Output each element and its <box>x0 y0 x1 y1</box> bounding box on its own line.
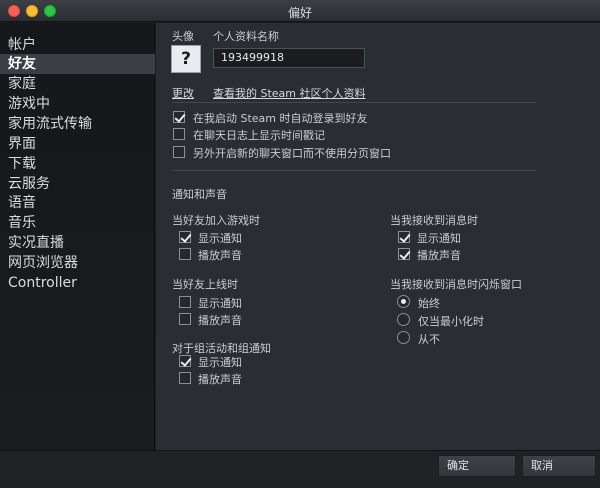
sidebar-item-downloads[interactable]: 下载 <box>0 154 155 174</box>
sidebar-item-family[interactable]: 家庭 <box>0 74 155 94</box>
window-title: 偏好 <box>287 6 312 20</box>
friend-online-sound-label: 播放声音 <box>198 314 242 327</box>
friend-online-sound-checkbox[interactable] <box>179 313 191 325</box>
avatar-label: 头像 <box>172 30 194 43</box>
group-events-show-checkbox[interactable] <box>179 355 191 367</box>
sidebar-item-voice[interactable]: 语音 <box>0 193 155 213</box>
divider <box>172 102 536 103</box>
sidebar-item-friends[interactable]: 好友 <box>0 54 155 74</box>
receive-message-sound-checkbox[interactable] <box>398 248 410 260</box>
avatar[interactable]: ? <box>171 45 201 73</box>
flash-window-label: 当我接收到消息时闪烁窗口 <box>390 278 522 291</box>
friend-joins-show-checkbox[interactable] <box>179 231 191 243</box>
friend-online-label: 当好友上线时 <box>172 278 238 291</box>
flash-never-label: 从不 <box>418 333 440 346</box>
group-events-sound-label: 播放声音 <box>198 373 242 386</box>
receive-message-show-label: 显示通知 <box>417 232 461 245</box>
auto-login-label: 在我启动 Steam 时自动登录到好友 <box>193 112 368 125</box>
view-community-profile-link[interactable]: 查看我的 Steam 社区个人资料 <box>213 85 366 101</box>
separate-windows-checkbox[interactable] <box>173 146 185 158</box>
sidebar-item-in-game[interactable]: 游戏中 <box>0 94 155 114</box>
sidebar-item-controller[interactable]: Controller <box>0 273 155 293</box>
sidebar: 帐户 好友 家庭 游戏中 家用流式传输 界面 下载 云服务 语音 音乐 实况直播… <box>0 23 155 450</box>
friend-joins-sound-label: 播放声音 <box>198 249 242 262</box>
change-avatar-link[interactable]: 更改 <box>172 85 194 101</box>
receive-message-show-checkbox[interactable] <box>398 231 410 243</box>
friend-joins-game-label: 当好友加入游戏时 <box>172 214 260 227</box>
flash-always-radio[interactable] <box>397 295 410 308</box>
separate-windows-label: 另外开启新的聊天窗口而不使用分页窗口 <box>193 147 391 160</box>
flash-minimized-radio[interactable] <box>397 313 410 326</box>
sidebar-item-account[interactable]: 帐户 <box>0 35 155 55</box>
profile-name-input[interactable]: 193499918 <box>213 48 365 68</box>
sidebar-item-music[interactable]: 音乐 <box>0 213 155 233</box>
friend-online-show-label: 显示通知 <box>198 297 242 310</box>
flash-minimized-label: 仅当最小化时 <box>418 315 484 328</box>
cancel-button[interactable]: 取消 <box>522 455 596 477</box>
sidebar-item-broadcasting[interactable]: 实况直播 <box>0 233 155 253</box>
group-events-sound-checkbox[interactable] <box>179 372 191 384</box>
sidebar-item-interface[interactable]: 界面 <box>0 134 155 154</box>
friend-joins-show-label: 显示通知 <box>198 232 242 245</box>
profile-name-label: 个人资料名称 <box>213 30 279 43</box>
friend-online-show-checkbox[interactable] <box>179 296 191 308</box>
sidebar-item-web-browser[interactable]: 网页浏览器 <box>0 253 155 273</box>
friend-joins-sound-checkbox[interactable] <box>179 248 191 260</box>
flash-never-radio[interactable] <box>397 331 410 344</box>
divider <box>172 170 536 171</box>
timestamps-checkbox[interactable] <box>173 128 185 140</box>
notifications-heading: 通知和声音 <box>172 188 227 201</box>
sidebar-item-home-streaming[interactable]: 家用流式传输 <box>0 114 155 134</box>
ok-button[interactable]: 确定 <box>438 455 516 477</box>
group-events-show-label: 显示通知 <box>198 356 242 369</box>
auto-login-checkbox[interactable] <box>173 111 185 123</box>
sidebar-item-cloud[interactable]: 云服务 <box>0 174 155 194</box>
receive-message-sound-label: 播放声音 <box>417 249 461 262</box>
timestamps-label: 在聊天日志上显示时间戳记 <box>193 129 325 142</box>
receive-message-label: 当我接收到消息时 <box>390 214 478 227</box>
title-bar: 偏好 <box>0 0 600 22</box>
flash-always-label: 始终 <box>418 297 440 310</box>
